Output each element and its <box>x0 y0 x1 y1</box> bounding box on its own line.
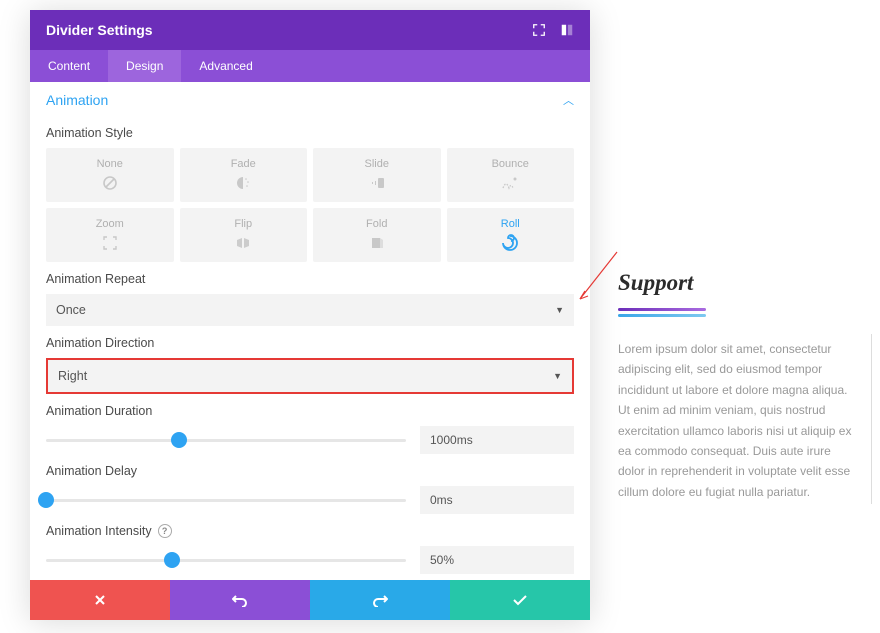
bounce-icon <box>451 174 571 192</box>
delay-label: Animation Delay <box>46 464 574 478</box>
slide-icon <box>317 174 437 192</box>
style-flip[interactable]: Flip <box>180 208 308 262</box>
duration-thumb[interactable] <box>171 432 187 448</box>
snap-icon[interactable] <box>560 23 574 37</box>
duration-slider[interactable] <box>46 439 406 442</box>
divider-line-1 <box>618 308 706 311</box>
intensity-value[interactable]: 50% <box>420 546 574 574</box>
duration-row: 1000ms <box>46 426 574 454</box>
modal-title: Divider Settings <box>46 22 153 38</box>
repeat-select-wrap: Once <box>46 294 574 326</box>
style-zoom[interactable]: Zoom <box>46 208 174 262</box>
style-slide[interactable]: Slide <box>313 148 441 202</box>
help-icon[interactable]: ? <box>158 524 172 538</box>
duration-label: Animation Duration <box>46 404 574 418</box>
cancel-button[interactable] <box>30 580 170 620</box>
intensity-label: Animation Intensity? <box>46 524 574 538</box>
preview-text: Lorem ipsum dolor sit amet, consectetur … <box>618 339 858 502</box>
style-fold[interactable]: Fold <box>313 208 441 262</box>
header-actions <box>532 23 574 37</box>
fold-icon <box>317 234 437 252</box>
intensity-thumb[interactable] <box>164 552 180 568</box>
close-icon <box>93 593 107 607</box>
style-none[interactable]: None <box>46 148 174 202</box>
repeat-label: Animation Repeat <box>46 272 574 286</box>
animation-style-grid: None Fade Slide Bounce Zoom Flip <box>46 148 574 262</box>
section-title: Animation <box>46 92 108 108</box>
expand-icon[interactable] <box>532 23 546 37</box>
settings-modal: Divider Settings Content Design Advanced… <box>30 10 590 620</box>
redo-icon <box>372 593 388 607</box>
check-icon <box>512 594 528 606</box>
modal-footer <box>30 580 590 620</box>
delay-slider[interactable] <box>46 499 406 502</box>
intensity-slider[interactable] <box>46 559 406 562</box>
style-label: Animation Style <box>46 126 574 140</box>
intensity-row: 50% <box>46 546 574 574</box>
preview-title: Support <box>618 270 858 296</box>
zoom-icon <box>50 234 170 252</box>
save-button[interactable] <box>450 580 590 620</box>
fade-icon <box>184 174 304 192</box>
style-fade[interactable]: Fade <box>180 148 308 202</box>
delay-row: 0ms <box>46 486 574 514</box>
undo-button[interactable] <box>170 580 310 620</box>
direction-select[interactable]: Right <box>48 360 572 392</box>
duration-value[interactable]: 1000ms <box>420 426 574 454</box>
direction-label: Animation Direction <box>46 336 574 350</box>
delay-value[interactable]: 0ms <box>420 486 574 514</box>
chevron-up-icon: ︿ <box>563 92 574 108</box>
direction-select-wrap: Right <box>46 358 574 394</box>
preview-panel: Support Lorem ipsum dolor sit amet, cons… <box>618 270 858 502</box>
modal-header: Divider Settings <box>30 10 590 50</box>
undo-icon <box>232 593 248 607</box>
flip-icon <box>184 234 304 252</box>
roll-icon <box>451 234 571 252</box>
repeat-select[interactable]: Once <box>46 294 574 326</box>
style-roll[interactable]: Roll <box>447 208 575 262</box>
tab-content[interactable]: Content <box>30 50 108 82</box>
divider-preview <box>618 308 858 317</box>
divider-line-2 <box>618 314 706 317</box>
vertical-divider <box>871 334 872 504</box>
modal-body[interactable]: Animation ︿ Animation Style None Fade Sl… <box>30 82 590 580</box>
delay-thumb[interactable] <box>38 492 54 508</box>
tab-advanced[interactable]: Advanced <box>181 50 270 82</box>
tabs: Content Design Advanced <box>30 50 590 82</box>
tab-design[interactable]: Design <box>108 50 181 82</box>
section-header[interactable]: Animation ︿ <box>46 88 574 116</box>
none-icon <box>50 174 170 192</box>
style-bounce[interactable]: Bounce <box>447 148 575 202</box>
redo-button[interactable] <box>310 580 450 620</box>
